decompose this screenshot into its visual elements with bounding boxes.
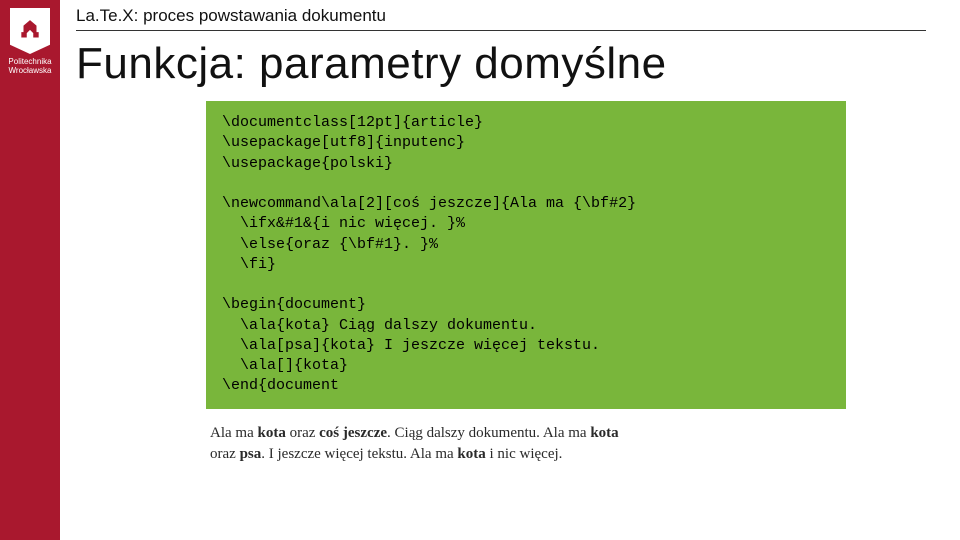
output-text: oraz (210, 446, 240, 462)
code-line: \begin{document} (222, 296, 366, 313)
code-line: \ifx&#1&{i nic więcej. }% (222, 215, 465, 232)
code-line: \else{oraz {\bf#1}. }% (222, 236, 438, 253)
output-bold: kota (590, 425, 618, 441)
code-line: \usepackage[utf8]{inputenc} (222, 134, 465, 151)
output-bold: kota (257, 425, 285, 441)
code-line: \end{document (222, 377, 339, 394)
code-line: \usepackage{polski} (222, 155, 393, 172)
logo-line2: Wrocławska (8, 67, 51, 76)
code-line: \documentclass[12pt]{article} (222, 114, 483, 131)
output-text: . I jeszcze więcej tekstu. Ala ma (261, 446, 457, 462)
code-line: \newcommand\ala[2][coś jeszcze]{Ala ma {… (222, 195, 636, 212)
code-line: \ala[]{kota} (222, 357, 348, 374)
output-bold: psa (240, 446, 262, 462)
output-bold: kota (457, 446, 485, 462)
output-text: . Ciąg dalszy dokumentu. Ala ma (387, 425, 590, 441)
code-line: \fi} (222, 256, 276, 273)
code-block: \documentclass[12pt]{article} \usepackag… (206, 101, 846, 409)
slide-header: La.Te.X: proces powstawania dokumentu (76, 0, 926, 31)
output-block: Ala ma kota oraz coś jeszcze. Ciąg dalsz… (206, 423, 846, 467)
slide-content: La.Te.X: proces powstawania dokumentu Fu… (76, 0, 944, 466)
slide-title: Funkcja: parametry domyślne (76, 39, 944, 89)
eagle-icon (17, 18, 43, 44)
logo-caption: Politechnika Wrocławska (8, 58, 51, 76)
output-bold: coś jeszcze (319, 425, 387, 441)
output-text: Ala ma (210, 425, 257, 441)
code-line: \ala{kota} Ciąg dalszy dokumentu. (222, 317, 537, 334)
code-line: \ala[psa]{kota} I jeszcze więcej tekstu. (222, 337, 600, 354)
university-crest (10, 8, 50, 54)
output-text: i nic więcej. (486, 446, 563, 462)
output-text: oraz (286, 425, 319, 441)
sidebar: Politechnika Wrocławska (0, 0, 60, 540)
